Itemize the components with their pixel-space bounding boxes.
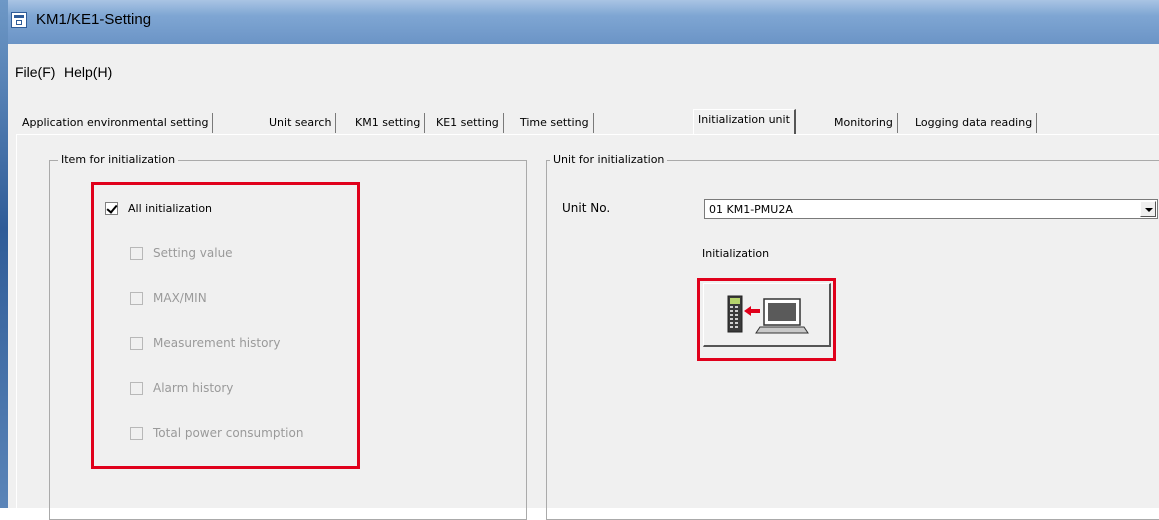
- window-title: KM1/KE1-Setting: [36, 11, 152, 28]
- tab-unit-search[interactable]: Unit search: [265, 113, 337, 133]
- window-app-icon[interactable]: [11, 12, 27, 28]
- unit-to-pc-transfer-icon: [727, 295, 809, 334]
- title-bar[interactable]: KM1/KE1-Setting: [0, 0, 1159, 44]
- checkbox-total-power-consumption[interactable]: [130, 426, 143, 440]
- tab-initialization-unit[interactable]: Initialization unit: [693, 109, 796, 134]
- client-area: File(F) Help(H) Application environmenta…: [8, 44, 1159, 520]
- group-title-unit: Unit for initialization: [550, 153, 668, 166]
- label-all-initialization: All initialization: [128, 201, 213, 215]
- tab-ke1-setting[interactable]: KE1 setting: [432, 113, 504, 133]
- tab-strip: Application environmental setting Unit s…: [8, 108, 1159, 134]
- label-total-power-consumption: Total power consumption: [153, 426, 304, 440]
- unit-no-select[interactable]: 01 KM1-PMU2A: [704, 199, 1158, 219]
- menu-file[interactable]: File(F): [15, 64, 55, 80]
- option-setting-value[interactable]: Setting value: [130, 245, 233, 261]
- window-frame-left: [0, 0, 8, 508]
- chevron-down-icon[interactable]: [1140, 201, 1156, 217]
- tab-application-environmental-setting[interactable]: Application environmental setting: [18, 113, 214, 133]
- tab-km1-setting[interactable]: KM1 setting: [351, 113, 426, 133]
- label-alarm-history: Alarm history: [153, 381, 234, 395]
- checkbox-setting-value[interactable]: [130, 246, 143, 260]
- menu-help[interactable]: Help(H): [64, 64, 112, 80]
- checkbox-max-min[interactable]: [130, 291, 143, 305]
- checkbox-measurement-history[interactable]: [130, 336, 143, 350]
- label-max-min: MAX/MIN: [153, 291, 207, 305]
- initialization-label: Initialization: [702, 247, 770, 260]
- initialization-button[interactable]: [703, 283, 831, 347]
- unit-no-label: Unit No.: [562, 201, 611, 215]
- option-alarm-history[interactable]: Alarm history: [130, 380, 233, 396]
- checkbox-alarm-history[interactable]: [130, 381, 143, 395]
- option-measurement-history[interactable]: Measurement history: [130, 335, 280, 351]
- app-window: KM1/KE1-Setting File(F) Help(H) Applicat…: [0, 0, 1159, 520]
- label-measurement-history: Measurement history: [153, 336, 281, 350]
- tab-logging-data-reading[interactable]: Logging data reading: [911, 113, 1038, 133]
- unit-no-value: 01 KM1-PMU2A: [709, 203, 793, 216]
- menu-bar: File(F) Help(H): [8, 44, 1159, 98]
- tab-monitoring[interactable]: Monitoring: [830, 113, 898, 133]
- tab-panel: Item for initialization All initializati…: [16, 134, 1159, 520]
- tab-time-setting[interactable]: Time setting: [516, 113, 594, 133]
- option-max-min[interactable]: MAX/MIN: [130, 290, 207, 306]
- checkbox-all-initialization[interactable]: [105, 201, 118, 215]
- option-total-power-consumption[interactable]: Total power consumption: [130, 425, 303, 441]
- group-title-items: Item for initialization: [58, 153, 179, 166]
- option-all-initialization[interactable]: All initialization: [105, 200, 212, 216]
- label-setting-value: Setting value: [153, 246, 233, 260]
